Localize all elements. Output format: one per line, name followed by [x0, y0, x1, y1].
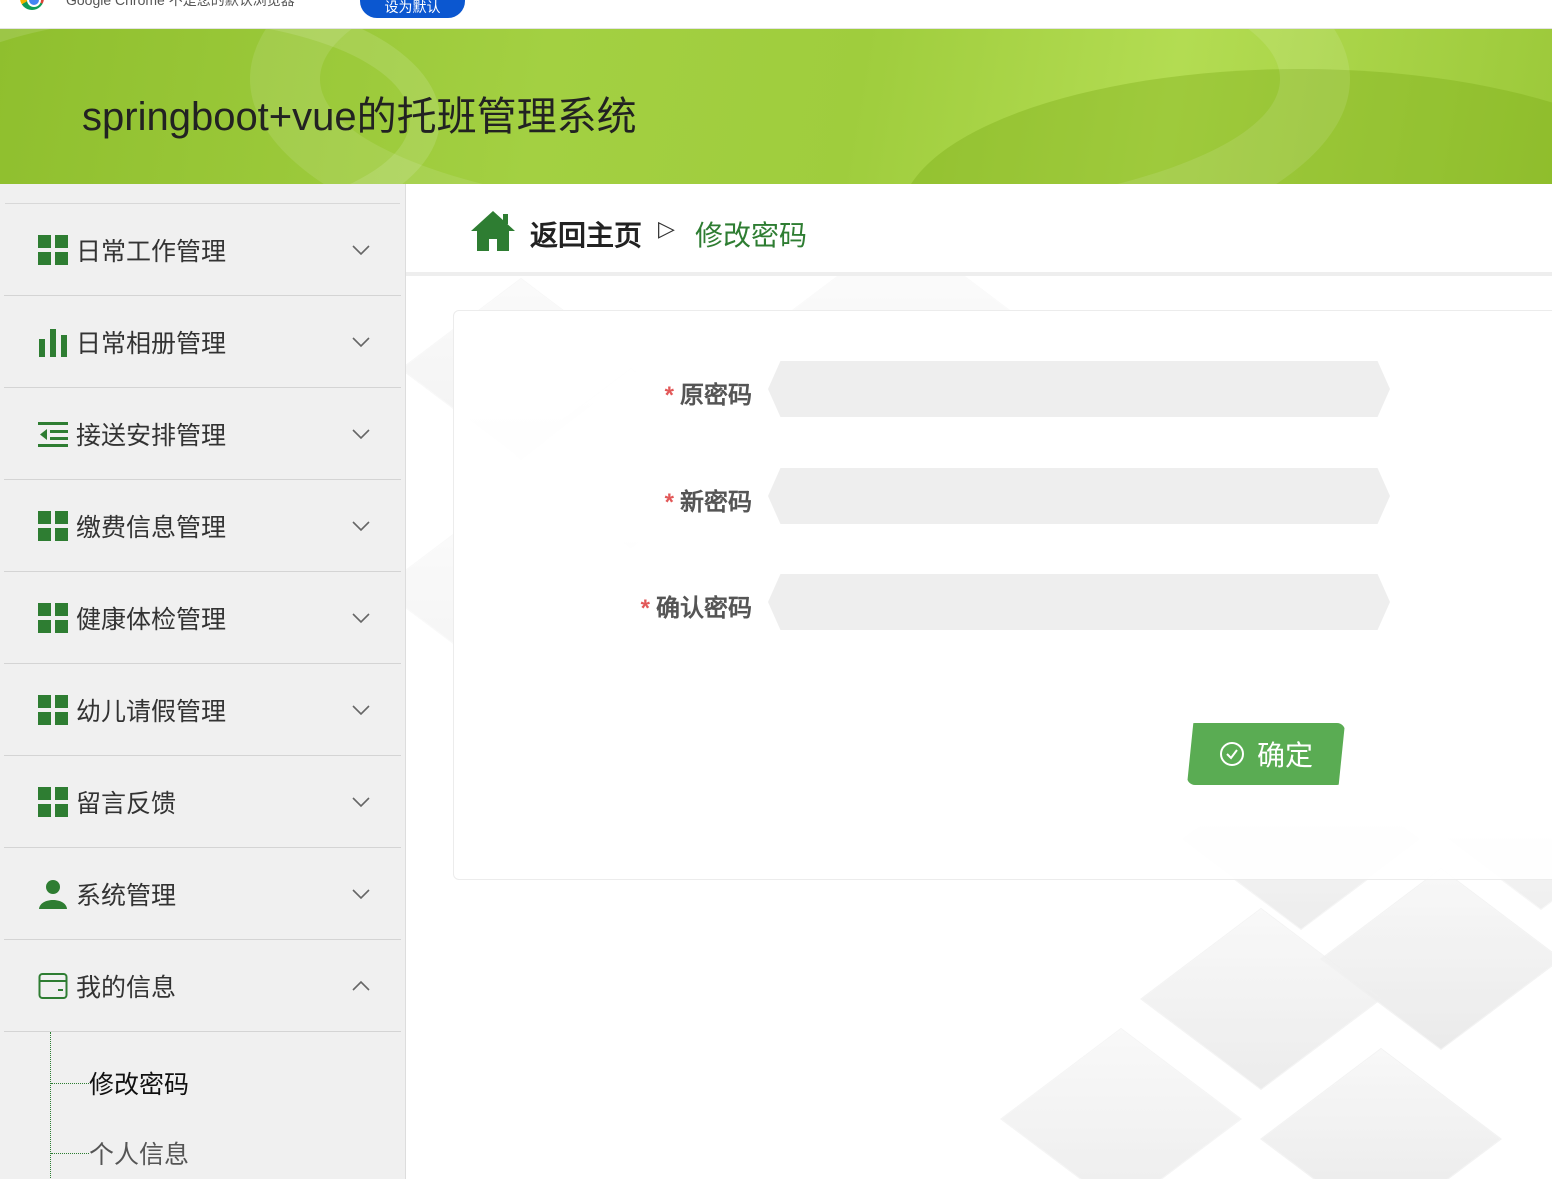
- sidebar-item-label: 幼儿请假管理: [76, 697, 227, 726]
- sidebar-item-leave[interactable]: 幼儿请假管理: [4, 664, 401, 756]
- grid-icon: [38, 786, 68, 817]
- submenu-item-profile[interactable]: 个人信息: [51, 1133, 189, 1173]
- user-icon: [39, 879, 67, 909]
- sidebar-item-daily-work[interactable]: 日常工作管理: [4, 204, 401, 296]
- sidebar-item-album[interactable]: 日常相册管理: [4, 296, 401, 388]
- grid-icon: [38, 234, 68, 265]
- chevron-down-icon: [352, 336, 370, 347]
- sidebar-item-health[interactable]: 健康体检管理: [4, 572, 401, 664]
- grid-icon: [38, 602, 68, 633]
- sidebar-item-label: 系统管理: [76, 881, 177, 910]
- chrome-logo-icon: [20, 0, 44, 10]
- chevron-down-icon: [352, 796, 370, 807]
- sidebar-item-payment[interactable]: 缴费信息管理: [4, 480, 401, 572]
- header-banner: springboot+vue的托班管理系统: [0, 29, 1552, 184]
- sidebar-item-label: 日常相册管理: [76, 329, 227, 358]
- submenu-item-change-password[interactable]: 修改密码: [51, 1063, 189, 1103]
- sidebar-item-feedback[interactable]: 留言反馈: [4, 756, 401, 848]
- breadcrumb-separator: ▷: [658, 217, 675, 242]
- sidebar-item-pickup[interactable]: 接送安排管理: [4, 388, 401, 480]
- submenu-item-label: 修改密码: [89, 1071, 190, 1099]
- form-row-new-password: * 新密码: [454, 468, 1552, 524]
- sidebar-item-label: 健康体检管理: [76, 605, 227, 634]
- chevron-down-icon: [352, 704, 370, 715]
- wallet-icon: [38, 972, 68, 999]
- breadcrumb: 返回主页 ▷ 修改密码: [406, 184, 1552, 276]
- new-password-input[interactable]: [768, 468, 1390, 524]
- chevron-down-icon: [352, 520, 370, 531]
- submenu-my-info: 修改密码 个人信息: [50, 1032, 405, 1179]
- chevron-down-icon: [352, 888, 370, 899]
- confirm-button[interactable]: 确定: [1187, 723, 1345, 785]
- grid-icon: [38, 694, 68, 725]
- grid-icon: [38, 510, 68, 541]
- form-row-confirm-password: * 确认密码: [454, 574, 1552, 630]
- breadcrumb-home-link[interactable]: 返回主页: [530, 214, 642, 254]
- set-default-button[interactable]: 设为默认: [360, 0, 465, 18]
- browser-notice-bar: Google Chrome 不是您的默认浏览器 设为默认: [0, 0, 1552, 29]
- chevron-up-icon: [352, 980, 370, 991]
- sidebar-item-label: 日常工作管理: [76, 237, 227, 266]
- chevron-down-icon: [352, 244, 370, 255]
- sidebar: 日常工作管理 日常相册管理 接送安排管理 缴费信息管理 健康体检管理 幼儿请假管…: [0, 184, 406, 1179]
- form-row-old-password: * 原密码: [454, 361, 1552, 417]
- chevron-down-icon: [352, 428, 370, 439]
- sidebar-item-label: 我的信息: [76, 973, 177, 1002]
- sidebar-item-my-info[interactable]: 我的信息: [4, 940, 401, 1032]
- new-password-label: * 新密码: [664, 489, 752, 516]
- chevron-down-icon: [352, 612, 370, 623]
- app-title: springboot+vue的托班管理系统: [82, 95, 637, 139]
- change-password-card: * 原密码 * 新密码 * 确认密码 确定: [453, 310, 1552, 880]
- main-content: 返回主页 ▷ 修改密码 * 原密码 * 新密码 * 确认密码 确定: [406, 184, 1552, 1179]
- sidebar-item-label: 接送安排管理: [76, 421, 227, 450]
- confirm-password-input[interactable]: [768, 574, 1390, 630]
- check-circle-icon: [1219, 742, 1244, 766]
- home-icon[interactable]: [470, 210, 516, 252]
- sidebar-item-label: 缴费信息管理: [76, 513, 227, 542]
- bar-chart-icon: [39, 328, 67, 357]
- confirm-password-label: * 确认密码: [640, 595, 752, 622]
- old-password-input[interactable]: [768, 361, 1390, 417]
- browser-notice-text: Google Chrome 不是您的默认浏览器: [66, 0, 295, 8]
- list-indent-icon: [38, 421, 68, 447]
- old-password-label: * 原密码: [664, 382, 752, 409]
- sidebar-item-system[interactable]: 系统管理: [4, 848, 401, 940]
- submenu-item-label: 个人信息: [89, 1141, 190, 1169]
- sidebar-item-label: 留言反馈: [76, 789, 177, 818]
- confirm-button-label: 确定: [1256, 740, 1313, 771]
- breadcrumb-current: 修改密码: [695, 220, 808, 251]
